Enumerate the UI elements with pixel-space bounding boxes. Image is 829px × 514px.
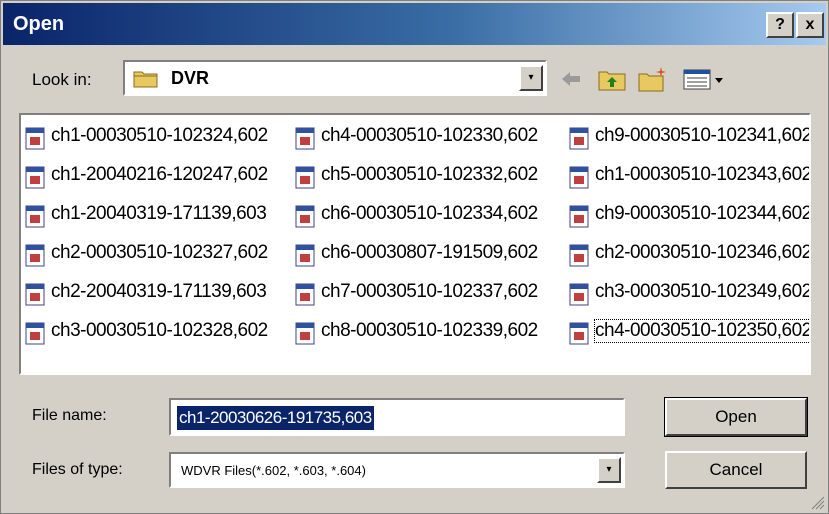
list-item[interactable]: ch9-00030510-102344,602 [569, 197, 809, 233]
file-name-value: ch1-20030626-191735,603 [177, 406, 374, 430]
list-item[interactable]: ch4-00030510-102330,602 [295, 119, 567, 155]
file-icon [569, 283, 589, 306]
list-item[interactable]: ch1-00030510-102343,602 [569, 158, 809, 194]
list-item[interactable]: ch2-20040319-171139,603 [25, 275, 293, 311]
list-item[interactable]: ch3-00030510-102349,602 [569, 275, 809, 311]
file-icon [25, 166, 45, 189]
file-name: ch3-00030510-102328,602 [51, 320, 268, 341]
file-icon [25, 283, 45, 306]
list-item[interactable]: ch2-00030510-102346,602 [569, 236, 809, 272]
file-name: ch2-00030510-102327,602 [51, 242, 268, 263]
title-bar[interactable]: Open ? x [3, 3, 826, 45]
file-name: ch9-00030510-102344,602 [595, 203, 811, 224]
file-name: ch4-00030510-102350,602 [594, 319, 811, 343]
file-name-field[interactable]: ch1-20030626-191735,603 [169, 398, 625, 436]
file-type-dropdown[interactable]: WDVR Files(*.602, *.603, *.604) ▾ [169, 452, 625, 488]
list-item[interactable]: ch3-00030510-102328,602 [25, 314, 293, 350]
file-name-label: File name: [32, 407, 107, 424]
file-name: ch5-00030510-102332,602 [321, 164, 538, 185]
file-icon [25, 205, 45, 228]
chevron-down-icon[interactable]: ▾ [519, 65, 543, 91]
file-name: ch1-20040216-120247,602 [51, 164, 268, 185]
look-in-label: Look in: [32, 70, 92, 89]
file-icon [295, 244, 315, 267]
list-item[interactable]: ch6-00030510-102334,602 [295, 197, 567, 233]
chevron-down-icon[interactable]: ▾ [597, 457, 621, 483]
file-name: ch2-00030510-102346,602 [595, 242, 811, 263]
close-button[interactable]: x [796, 12, 824, 38]
file-type-label: Files of type: [32, 461, 123, 478]
file-name: ch9-00030510-102341,602 [595, 125, 811, 146]
file-icon [25, 322, 45, 345]
file-name: ch1-00030510-102324,602 [51, 125, 268, 146]
file-icon [295, 283, 315, 306]
look-in-dropdown[interactable]: DVR ▾ [123, 60, 547, 96]
folder-icon [133, 71, 158, 88]
list-item[interactable]: ch4-00030510-102350,602 [569, 314, 809, 350]
file-icon [569, 322, 589, 345]
file-icon [295, 166, 315, 189]
list-item[interactable]: ch1-20040216-120247,602 [25, 158, 293, 194]
file-icon [569, 244, 589, 267]
back-arrow-icon[interactable] [558, 65, 584, 93]
list-item[interactable]: ch1-00030510-102324,602 [25, 119, 293, 155]
file-name: ch4-00030510-102330,602 [321, 125, 538, 146]
file-icon [295, 322, 315, 345]
file-name: ch1-20040319-171139,603 [51, 203, 267, 224]
new-folder-icon[interactable] [637, 65, 669, 93]
look-in-value: DVR [171, 68, 210, 88]
file-icon [295, 205, 315, 228]
list-item[interactable]: ch2-00030510-102327,602 [25, 236, 293, 272]
list-item[interactable]: ch1-20040319-171139,603 [25, 197, 293, 233]
open-dialog: Open ? x Look in: DVR ▾ ch1-00030510-102… [0, 0, 829, 514]
list-item[interactable]: ch7-00030510-102337,602 [295, 275, 567, 311]
view-menu-icon[interactable] [682, 65, 728, 93]
list-item[interactable]: ch5-00030510-102332,602 [295, 158, 567, 194]
list-item[interactable]: ch6-00030807-191509,602 [295, 236, 567, 272]
file-name: ch6-00030807-191509,602 [321, 242, 538, 263]
file-icon [569, 205, 589, 228]
file-name: ch8-00030510-102339,602 [321, 320, 538, 341]
resize-grip-icon[interactable] [809, 494, 825, 510]
open-button[interactable]: Open [664, 397, 808, 437]
file-icon [295, 127, 315, 150]
list-item[interactable]: ch9-00030510-102341,602 [569, 119, 809, 155]
file-type-value: WDVR Files(*.602, *.603, *.604) [181, 463, 366, 478]
file-name: ch2-20040319-171139,603 [51, 281, 267, 302]
window-title: Open [13, 13, 65, 35]
cancel-button[interactable]: Cancel [665, 451, 807, 489]
file-name: ch7-00030510-102337,602 [321, 281, 538, 302]
file-name: ch6-00030510-102334,602 [321, 203, 538, 224]
help-button[interactable]: ? [766, 12, 794, 38]
file-name: ch1-00030510-102343,602 [595, 164, 811, 185]
file-icon [25, 244, 45, 267]
list-item[interactable]: ch8-00030510-102339,602 [295, 314, 567, 350]
file-name: ch3-00030510-102349,602 [595, 281, 811, 302]
file-list[interactable]: ch1-00030510-102324,602 ch1-20040216-120… [19, 113, 811, 375]
file-icon [569, 166, 589, 189]
up-folder-icon[interactable] [597, 65, 627, 93]
file-icon [25, 127, 45, 150]
file-icon [569, 127, 589, 150]
